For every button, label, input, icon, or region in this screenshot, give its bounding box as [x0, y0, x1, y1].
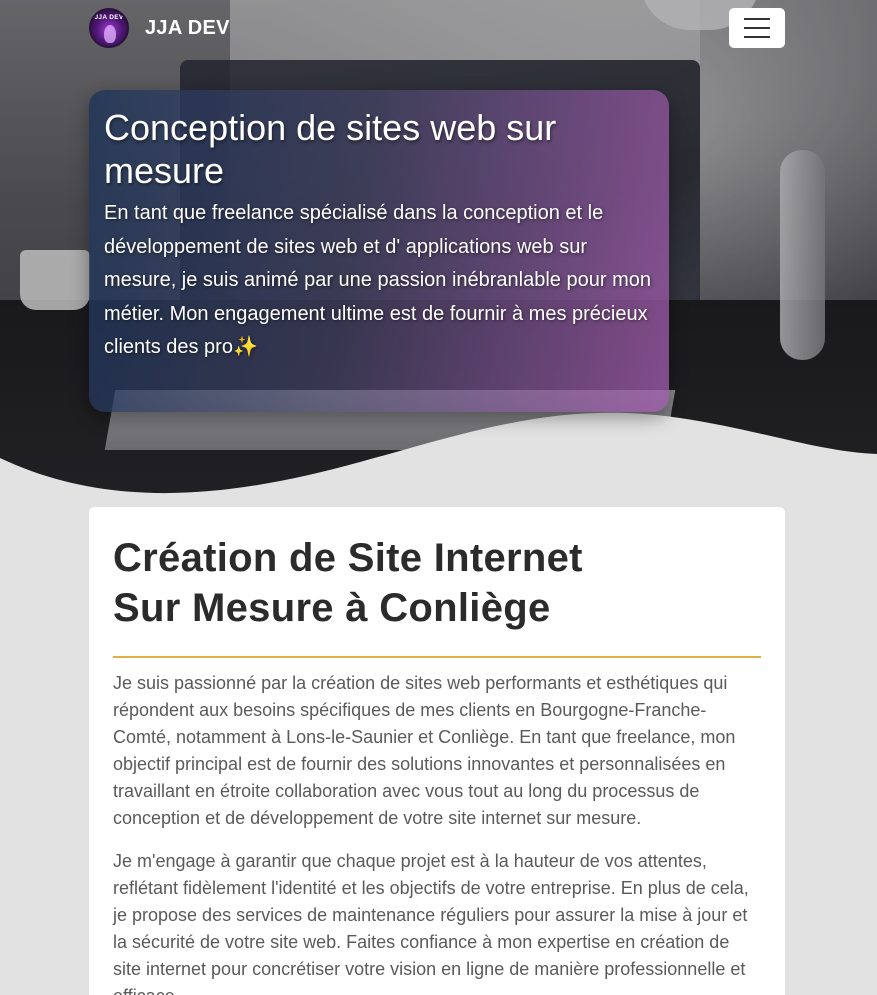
brand-name: JJA DEV: [145, 16, 230, 39]
menu-toggle-button[interactable]: [729, 8, 785, 48]
sparkles-icon: ✨: [232, 336, 258, 358]
section-title-line-1: Création de Site Internet: [113, 536, 583, 580]
hero-description: En tant que freelance spécialisé dans la…: [104, 197, 654, 365]
paragraph-2: Je m'engage à garantir que chaque projet…: [113, 851, 749, 995]
section-divider: [113, 656, 761, 658]
hamburger-menu-icon: [744, 27, 770, 29]
logo-text: JJA DEV: [94, 14, 124, 21]
section-title-line-2: Sur Mesure à Conliège: [113, 586, 551, 630]
content-card: Création de Site Internet Sur Mesure à C…: [89, 507, 785, 995]
brand-logo: JJA DEV: [89, 8, 129, 48]
hero-description-text: En tant que freelance spécialisé dans la…: [104, 202, 651, 358]
paragraph-1: Je suis passionné par la création de sit…: [113, 673, 736, 828]
hero-title: Conception de sites web sur mesure: [104, 107, 557, 191]
navbar: JJA DEV JJA DEV: [0, 0, 877, 56]
hero-card: Conception de sites web sur mesure En ta…: [89, 90, 669, 412]
section-title: Création de Site Internet Sur Mesure à C…: [113, 533, 761, 633]
brand-link[interactable]: JJA DEV JJA DEV: [89, 8, 230, 48]
logo-figure-icon: [104, 25, 116, 43]
hamburger-menu-icon: [744, 36, 770, 38]
hero-wave-divider: [0, 412, 877, 500]
hamburger-menu-icon: [744, 18, 770, 20]
